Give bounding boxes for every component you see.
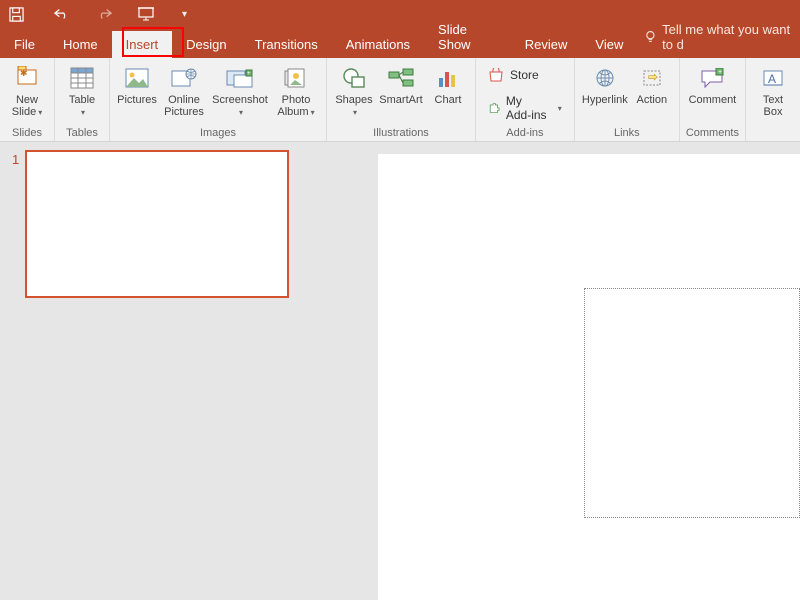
shapes-icon xyxy=(342,64,366,92)
svg-text:+: + xyxy=(718,69,722,76)
group-tables: Table▾ Tables xyxy=(55,58,110,141)
addins-icon xyxy=(488,101,500,115)
group-links: Hyperlink Action Links xyxy=(575,58,680,141)
group-images-label: Images xyxy=(200,127,236,141)
tab-view[interactable]: View xyxy=(581,31,637,58)
content-placeholder[interactable] xyxy=(584,288,800,518)
action-icon xyxy=(641,64,663,92)
tab-review[interactable]: Review xyxy=(511,31,582,58)
store-icon xyxy=(488,68,504,82)
online-pictures-button[interactable]: OnlinePictures xyxy=(160,60,208,118)
screenshot-button[interactable]: + Screenshot▾ xyxy=(210,60,270,119)
group-illustrations-label: Illustrations xyxy=(373,127,429,141)
shapes-button[interactable]: Shapes▾ xyxy=(333,60,375,119)
store-button[interactable]: Store xyxy=(482,66,545,84)
ribbon-tabs: File Home Insert Design Transitions Anim… xyxy=(0,28,800,58)
tab-file[interactable]: File xyxy=(0,31,49,58)
photo-album-label: PhotoAlbum▾ xyxy=(277,94,314,119)
svg-text:✱: ✱ xyxy=(20,68,28,78)
group-addins-label: Add-ins xyxy=(506,127,543,141)
online-pictures-icon xyxy=(171,64,197,92)
redo-icon[interactable] xyxy=(96,6,112,22)
chart-icon xyxy=(437,64,459,92)
tab-home[interactable]: Home xyxy=(49,31,112,58)
group-links-label: Links xyxy=(614,127,640,141)
thumbnail-number: 1 xyxy=(12,150,19,298)
start-slideshow-icon[interactable] xyxy=(138,6,154,22)
smartart-button[interactable]: SmartArt xyxy=(377,60,425,118)
smartart-label: SmartArt xyxy=(379,94,422,118)
new-slide-icon: ✱ xyxy=(15,64,39,92)
slide[interactable] xyxy=(378,154,800,600)
tell-me-label: Tell me what you want to d xyxy=(662,22,800,52)
action-label: Action xyxy=(637,94,668,118)
svg-text:A: A xyxy=(768,72,776,86)
group-addins: Store My Add-ins ▾ Add-ins xyxy=(476,58,575,141)
tab-slideshow[interactable]: Slide Show xyxy=(424,16,511,58)
tab-insert[interactable]: Insert xyxy=(112,31,173,58)
pictures-button[interactable]: Pictures xyxy=(116,60,158,118)
work-area: 1 xyxy=(0,142,800,600)
group-text: A TextBox xyxy=(746,58,800,141)
text-box-button[interactable]: A TextBox xyxy=(752,60,794,118)
comment-icon: + xyxy=(700,64,724,92)
thumbnail-item[interactable]: 1 xyxy=(12,150,302,298)
thumbnail-preview[interactable] xyxy=(25,150,289,298)
ribbon: ✱ NewSlide▾ Slides Table▾ Tables xyxy=(0,58,800,142)
group-comments-label: Comments xyxy=(686,127,739,141)
group-illustrations: Shapes▾ SmartArt Chart Illustrations xyxy=(327,58,476,141)
smartart-icon xyxy=(388,64,414,92)
tab-design[interactable]: Design xyxy=(172,31,240,58)
store-label: Store xyxy=(510,68,539,82)
qat-customize-icon[interactable]: ▾ xyxy=(182,9,187,20)
hyperlink-button[interactable]: Hyperlink xyxy=(581,60,629,118)
tab-animations[interactable]: Animations xyxy=(332,31,424,58)
pictures-label: Pictures xyxy=(117,94,157,118)
text-box-label: TextBox xyxy=(763,94,783,118)
photo-album-button[interactable]: PhotoAlbum▾ xyxy=(272,60,320,119)
online-pictures-label: OnlinePictures xyxy=(164,94,204,118)
slide-thumbnails-panel[interactable]: 1 xyxy=(0,142,314,600)
tell-me-search[interactable]: Tell me what you want to d xyxy=(637,16,800,58)
photo-album-icon xyxy=(284,64,308,92)
group-slides-label: Slides xyxy=(12,127,42,141)
group-images: Pictures OnlinePictures + Screenshot▾ Ph… xyxy=(110,58,327,141)
comment-button[interactable]: + Comment xyxy=(688,60,736,118)
chart-button[interactable]: Chart xyxy=(427,60,469,118)
lightbulb-icon xyxy=(645,30,656,44)
text-box-icon: A xyxy=(762,64,784,92)
shapes-label: Shapes▾ xyxy=(335,94,372,119)
undo-icon[interactable] xyxy=(54,6,70,22)
slide-canvas[interactable] xyxy=(314,142,800,600)
group-slides: ✱ NewSlide▾ Slides xyxy=(0,58,55,141)
my-addins-label: My Add-ins xyxy=(506,94,550,122)
my-addins-button[interactable]: My Add-ins ▾ xyxy=(482,92,568,124)
tab-transitions[interactable]: Transitions xyxy=(241,31,332,58)
save-icon[interactable] xyxy=(8,6,24,22)
action-button[interactable]: Action xyxy=(631,60,673,118)
new-slide-button[interactable]: ✱ NewSlide▾ xyxy=(6,60,48,119)
comment-label: Comment xyxy=(689,94,737,118)
screenshot-label: Screenshot▾ xyxy=(212,94,268,119)
new-slide-label: NewSlide▾ xyxy=(12,94,42,119)
svg-text:+: + xyxy=(247,71,251,77)
table-label: Table▾ xyxy=(69,94,95,119)
table-icon xyxy=(70,64,94,92)
hyperlink-label: Hyperlink xyxy=(582,94,628,118)
table-button[interactable]: Table▾ xyxy=(61,60,103,119)
pictures-icon xyxy=(125,64,149,92)
screenshot-icon: + xyxy=(226,64,254,92)
chart-label: Chart xyxy=(435,94,462,118)
group-comments: + Comment Comments xyxy=(680,58,746,141)
hyperlink-icon xyxy=(592,64,618,92)
group-text-label xyxy=(771,127,774,141)
group-tables-label: Tables xyxy=(66,127,98,141)
